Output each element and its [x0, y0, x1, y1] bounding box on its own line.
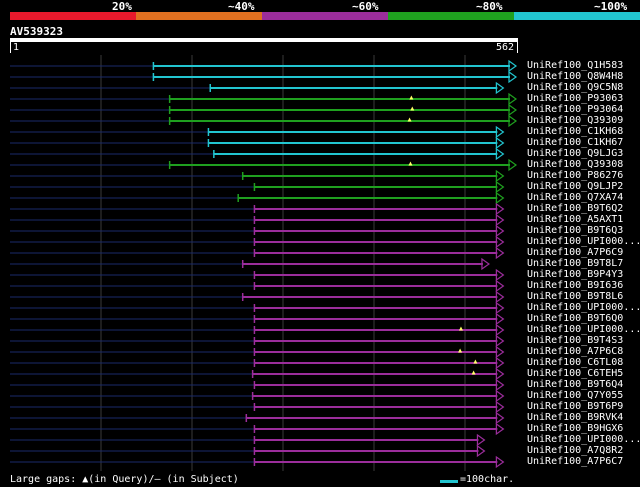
hit-arrow — [495, 389, 505, 403]
hit-arrow — [508, 158, 518, 172]
hit-label[interactable]: UniRef100_P86276 — [527, 170, 623, 181]
query-gap-marker — [458, 348, 463, 353]
hit-label[interactable]: UniRef100_P93064 — [527, 104, 623, 115]
hit-label[interactable]: UniRef100_B9T4S3 — [527, 335, 623, 346]
hit-arrow — [495, 345, 505, 359]
hit-label[interactable]: UniRef100_B9T8L7 — [527, 258, 623, 269]
hit-arrow — [495, 301, 505, 315]
query-gap-marker — [409, 95, 414, 100]
hit-arrow — [495, 323, 505, 337]
hit-arrow — [508, 59, 518, 73]
hit-label[interactable]: UniRef100_UPI000... — [527, 302, 640, 313]
hit-arrow — [476, 433, 486, 447]
hit-arrow — [481, 257, 490, 271]
hit-label[interactable]: UniRef100_A5AXT1 — [527, 214, 623, 225]
hit-arrow — [495, 191, 505, 205]
hit-arrow — [495, 312, 505, 326]
hit-arrow — [495, 334, 505, 348]
hit-label[interactable]: UniRef100_P93063 — [527, 93, 623, 104]
hit-arrow — [495, 279, 505, 293]
hit-arrow — [495, 356, 505, 370]
hit-label[interactable]: UniRef100_A7P6C8 — [527, 346, 623, 357]
hit-arrow — [508, 70, 518, 84]
hit-arrow — [495, 235, 505, 249]
hit-label[interactable]: UniRef100_Q7XA74 — [527, 192, 623, 203]
hit-label[interactable]: UniRef100_B9T6Q3 — [527, 225, 623, 236]
legend-scale-key — [440, 480, 458, 483]
query-gap-marker — [471, 370, 476, 375]
hit-arrow — [495, 378, 505, 392]
hit-arrow — [495, 246, 505, 260]
hit-arrow — [495, 411, 505, 425]
hit-arrow — [495, 136, 505, 150]
hit-label[interactable]: UniRef100_Q8W4H8 — [527, 71, 623, 82]
hit-arrow — [495, 180, 505, 194]
hit-label[interactable]: UniRef100_Q9LJP2 — [527, 181, 623, 192]
hit-label[interactable]: UniRef100_UPI000... — [527, 324, 640, 335]
hit-arrow — [495, 125, 505, 139]
query-gap-marker — [407, 117, 412, 122]
hit-arrow — [495, 290, 505, 304]
blast-hit-overview: { "chart_data": { "type": "alignment-ove… — [0, 0, 640, 487]
hit-label[interactable]: UniRef100_Q9LJG3 — [527, 148, 623, 159]
hit-label[interactable]: UniRef100_A7P6C9 — [527, 247, 623, 258]
hit-label[interactable]: UniRef100_B9RVK4 — [527, 412, 623, 423]
hit-arrow — [508, 92, 518, 106]
query-gap-marker — [458, 326, 463, 331]
hit-label[interactable]: UniRef100_B9T6Q0 — [527, 313, 623, 324]
hit-label[interactable]: UniRef100_Q1H583 — [527, 60, 623, 71]
hit-arrow — [495, 400, 505, 414]
hit-arrow — [495, 224, 505, 238]
query-gap-marker — [410, 106, 415, 111]
hit-label[interactable]: UniRef100_B9P4Y3 — [527, 269, 623, 280]
hit-arrow — [495, 202, 505, 216]
hit-arrow — [508, 114, 518, 128]
legend-gaps-text: Large gaps: ▲(in Query)/– (in Subject) — [10, 474, 239, 485]
hit-label[interactable]: UniRef100_C6TL08 — [527, 357, 623, 368]
hit-arrow — [495, 422, 505, 436]
hit-label[interactable]: UniRef100_B9T8L6 — [527, 291, 623, 302]
query-gap-marker — [473, 359, 478, 364]
hit-arrow — [495, 455, 505, 469]
query-gap-marker — [408, 161, 413, 166]
hit-arrow — [495, 213, 505, 227]
hit-label[interactable]: UniRef100_B9HGX6 — [527, 423, 623, 434]
hit-label[interactable]: UniRef100_B9T6P9 — [527, 401, 623, 412]
hit-label[interactable]: UniRef100_B9T6Q2 — [527, 203, 623, 214]
hit-label[interactable]: UniRef100_A7P6C7 — [527, 456, 623, 467]
hit-label[interactable]: UniRef100_UPI000... — [527, 236, 640, 247]
hit-label[interactable]: UniRef100_C1KH67 — [527, 137, 623, 148]
hit-label[interactable]: UniRef100_C6TEH5 — [527, 368, 623, 379]
hit-label[interactable]: UniRef100_C1KH68 — [527, 126, 623, 137]
hit-arrow — [495, 81, 505, 95]
hit-arrow — [495, 169, 505, 183]
hit-label[interactable]: UniRef100_B9T6Q4 — [527, 379, 623, 390]
hit-arrow — [495, 367, 505, 381]
legend-scale-text: =100char. — [460, 474, 515, 485]
hit-arrow — [495, 147, 505, 161]
hit-arrow — [495, 268, 505, 282]
hit-arrow — [508, 103, 518, 117]
hit-label[interactable]: UniRef100_Q9C5N8 — [527, 82, 623, 93]
hit-label[interactable]: UniRef100_Q7Y055 — [527, 390, 623, 401]
hit-label[interactable]: UniRef100_B9I636 — [527, 280, 623, 291]
hit-label[interactable]: UniRef100_UPI000... — [527, 434, 640, 445]
hit-arrow — [476, 444, 486, 458]
hit-label[interactable]: UniRef100_Q39308 — [527, 159, 623, 170]
hit-label[interactable]: UniRef100_Q39309 — [527, 115, 623, 126]
hit-label[interactable]: UniRef100_A7Q8R2 — [527, 445, 623, 456]
